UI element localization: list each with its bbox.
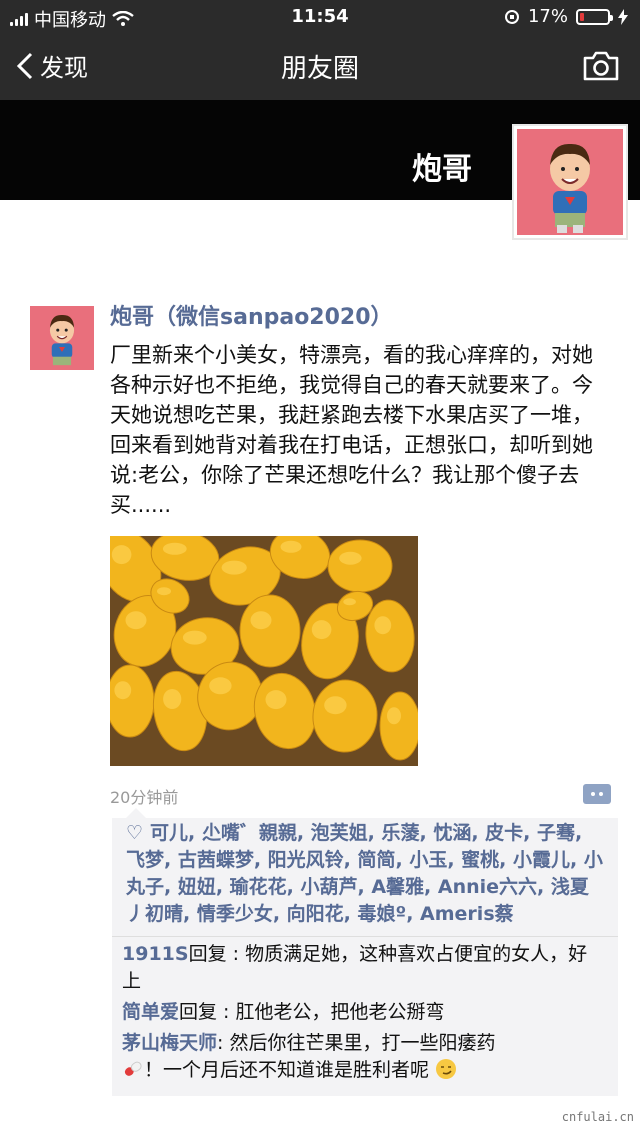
cartoon-avatar-icon: [550, 143, 590, 233]
charging-icon: [618, 8, 628, 25]
heart-icon: ♡: [126, 822, 144, 844]
comment-more-button[interactable]: [583, 784, 611, 804]
post-photo[interactable]: [110, 536, 418, 766]
likes-names[interactable]: 可儿, 尐嘴゛親親, 泡芙姐, 乐蔆, 忱涵, 皮卡, 子骞, 飞梦, 古茜蝶梦…: [126, 822, 603, 925]
post-text: 厂里新来个小美女，特漂亮，看的我心痒痒的，对她各种示好也不拒绝，我觉得自己的春天…: [110, 343, 593, 517]
moment-post: 炮哥（微信sanpao2020） 厂里新来个小美女，特漂亮，看的我心痒痒的，对她…: [110, 302, 611, 816]
status-bar: 中国移动 11:54 17%: [0, 0, 640, 34]
comment-verb: :: [217, 1032, 230, 1054]
battery-percent: 17%: [527, 6, 568, 27]
interaction-box: ♡ 可儿, 尐嘴゛親親, 泡芙姐, 乐蔆, 忱涵, 皮卡, 子骞, 飞梦, 古茜蝶…: [112, 808, 618, 1096]
comment-item[interactable]: 1911S回复 : 物质满足她，这种喜欢占便宜的女人，好上: [122, 941, 604, 995]
pill-emoji-icon: [124, 1061, 142, 1076]
watermark: cnfulai.cn: [561, 1110, 634, 1124]
comment-verb: 回复 :: [179, 1001, 236, 1023]
comment-verb: 回复 :: [188, 943, 246, 965]
comment-text: 肛他老公，把他老公掰弯: [235, 1001, 445, 1023]
comment-item[interactable]: 茅山梅天师: 然后你往芒果里，打一些阳痿药 ！一个月后还不知道谁是胜利者呢: [122, 1030, 604, 1084]
cartoon-avatar-icon: [49, 315, 75, 366]
comment-user[interactable]: 简单爱: [122, 1001, 179, 1023]
post-author[interactable]: 炮哥（微信sanpao2020）: [110, 302, 610, 334]
smirk-emoji-icon: [436, 1059, 457, 1079]
comment-text: 然后你往芒果里，打一些阳痿药: [229, 1032, 496, 1054]
likes-list: ♡ 可儿, 尐嘴゛親親, 泡芙姐, 乐蔆, 忱涵, 皮卡, 子骞, 飞梦, 古茜蝶…: [112, 818, 618, 936]
battery-icon: [576, 8, 613, 25]
top-bar: 中国移动 11:54 17% 发现 朋友圈: [0, 0, 640, 100]
page-title: 朋友圈: [280, 54, 359, 84]
post-time: 20分钟前: [110, 788, 179, 807]
camera-icon[interactable]: [582, 50, 620, 82]
cover-name: 炮哥: [412, 152, 472, 187]
nav-bar: 发现 朋友圈: [0, 34, 640, 100]
post-author-avatar[interactable]: [30, 306, 94, 370]
comments-list: 1911S回复 : 物质满足她，这种喜欢占便宜的女人，好上 简单爱回复 : 肛他…: [112, 937, 618, 1096]
comment-item[interactable]: 简单爱回复 : 肛他老公，把他老公掰弯: [122, 999, 604, 1026]
orientation-lock-icon: [504, 9, 519, 24]
comment-user[interactable]: 茅山梅天师: [122, 1032, 217, 1054]
mango-photo-icon: [110, 536, 418, 766]
comment-text-continued: ！一个月后还不知道谁是胜利者呢: [144, 1059, 430, 1081]
profile-avatar[interactable]: [512, 124, 628, 240]
comment-user[interactable]: 1911S: [122, 943, 189, 965]
